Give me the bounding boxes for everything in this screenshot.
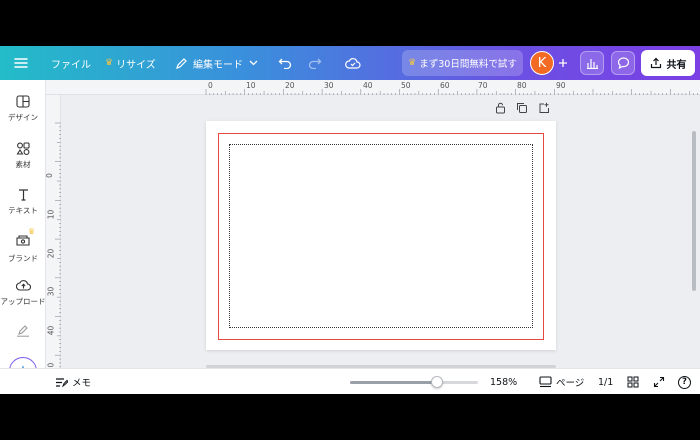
- editor-app: ファイル ♛ リサイズ 編集モード ♛ まず30日間無料で試す K 共有 デザイ…: [0, 46, 700, 394]
- design-icon: [16, 95, 30, 108]
- fullscreen-button[interactable]: [653, 369, 665, 394]
- pages-icon: [539, 376, 552, 388]
- lock-icon[interactable]: [495, 102, 506, 114]
- crown-icon: ♛: [28, 227, 36, 236]
- ruler-ticks: [205, 89, 698, 95]
- menu-button[interactable]: [14, 46, 28, 80]
- ruler-tick-label: 0: [44, 173, 54, 178]
- undo-icon: [278, 58, 292, 69]
- sidebar-item-label: デザイン: [8, 113, 38, 122]
- plus-icon: [559, 59, 567, 67]
- share-label: 共有: [666, 59, 687, 71]
- crown-icon: ♛: [105, 58, 114, 68]
- ruler-tick-label: 70: [478, 81, 488, 90]
- sidebar-item-design[interactable]: デザイン: [0, 95, 46, 123]
- notes-icon: [56, 377, 68, 387]
- cloud-check-icon: [345, 58, 361, 69]
- ruler-tick-label: 60: [440, 81, 450, 90]
- sidebar-item-label: ブランド: [8, 254, 38, 263]
- notes-button[interactable]: メモ: [55, 369, 91, 394]
- undo-button[interactable]: [278, 46, 292, 80]
- grid-icon: [627, 376, 639, 388]
- cloud-save-status[interactable]: [345, 46, 361, 80]
- comments-button[interactable]: [611, 51, 635, 75]
- add-page-icon[interactable]: [538, 102, 550, 114]
- resize-label: リサイズ: [116, 59, 156, 71]
- upload-icon: [15, 280, 31, 291]
- ruler-tick-label: 10: [46, 209, 56, 220]
- sidebar-item-uploads[interactable]: アップロード: [0, 279, 46, 307]
- share-button[interactable]: 共有: [641, 50, 695, 76]
- notes-label: メモ: [72, 378, 92, 389]
- crown-icon: ♛: [408, 58, 417, 68]
- ruler-tick-label: 10: [246, 81, 256, 90]
- horizontal-ruler: 0 10 20 30 40 50 60 70 80 90: [46, 80, 700, 95]
- file-menu-label: ファイル: [51, 59, 91, 71]
- duplicate-icon[interactable]: [516, 102, 528, 114]
- free-trial-label: まず30日間無料で試す: [419, 59, 517, 70]
- share-icon: [650, 57, 661, 69]
- edit-mode-label: 編集モード: [193, 59, 243, 71]
- sidebar-item-text[interactable]: テキスト: [0, 188, 46, 216]
- ruler-tick-label: 20: [46, 248, 56, 259]
- ruler-tick-label: 30: [46, 286, 56, 297]
- resize-button[interactable]: ♛ リサイズ: [105, 46, 156, 80]
- bar-chart-icon: [587, 59, 598, 69]
- help-icon: ?: [678, 375, 691, 389]
- page-counter[interactable]: 1/1: [598, 369, 613, 394]
- ruler-tick-label: 90: [556, 81, 566, 90]
- help-button[interactable]: ?: [678, 369, 691, 394]
- avatar-letter: K: [537, 55, 547, 71]
- pencil-icon: [176, 57, 187, 69]
- ruler-tick-label: 30: [324, 81, 334, 90]
- pages-button[interactable]: ページ: [539, 369, 584, 394]
- zoom-value: 158%: [490, 376, 518, 388]
- zoom-slider-fill: [350, 381, 438, 384]
- chevron-down-icon: [249, 60, 258, 66]
- sidebar-item-label: テキスト: [8, 206, 38, 215]
- ruler-tick-label: 80: [517, 81, 527, 90]
- page-tools: [495, 102, 550, 116]
- ruler-tick-label: 20: [285, 81, 295, 90]
- redo-button[interactable]: [308, 46, 322, 80]
- text-icon: [18, 189, 28, 201]
- free-trial-button[interactable]: ♛ まず30日間無料で試す: [402, 50, 523, 76]
- vertical-ruler: 0 10 20 30 40 50: [44, 95, 61, 372]
- ruler-tick-label: 50: [401, 81, 411, 90]
- help-label: ?: [682, 377, 687, 387]
- safe-area-guide: [229, 144, 533, 328]
- sidebar-item-draw[interactable]: [0, 324, 46, 337]
- design-page[interactable]: [206, 121, 556, 350]
- redo-icon: [308, 58, 322, 69]
- expand-icon: [653, 376, 665, 388]
- sidebar-item-elements[interactable]: 素材: [0, 142, 46, 170]
- hamburger-icon: [14, 58, 28, 68]
- zoom-slider[interactable]: [350, 381, 478, 384]
- ruler-tick-label: 40: [363, 81, 373, 90]
- sidebar-item-brand[interactable]: ♛ ブランド: [0, 227, 46, 264]
- grid-view-button[interactable]: [627, 369, 639, 394]
- page-counter-value: 1/1: [598, 376, 614, 388]
- draw-icon: [17, 325, 29, 337]
- bottom-toolbar: メモ 158% ページ 1/1 ?: [0, 368, 700, 394]
- top-toolbar: ファイル ♛ リサイズ 編集モード ♛ まず30日間無料で試す K 共有: [0, 46, 700, 80]
- sidebar-item-label: 素材: [15, 160, 31, 169]
- insights-button[interactable]: [580, 51, 604, 75]
- ruler-tick-label: 40: [46, 325, 56, 336]
- ruler-tick-label: 0: [208, 81, 213, 90]
- elements-icon: [16, 142, 30, 155]
- left-sidebar: デザイン 素材 テキスト ♛ ブランド アップロード: [0, 80, 46, 385]
- pages-label: ページ: [556, 378, 585, 389]
- zoom-slider-handle[interactable]: [431, 376, 444, 388]
- comment-icon: [617, 57, 629, 69]
- zoom-level[interactable]: 158%: [490, 369, 517, 394]
- edit-mode-dropdown[interactable]: 編集モード: [175, 46, 258, 80]
- add-collaborator-button[interactable]: [551, 51, 575, 75]
- sidebar-item-label: アップロード: [0, 297, 46, 306]
- vertical-scrollbar[interactable]: [692, 131, 696, 291]
- file-menu[interactable]: ファイル: [51, 46, 91, 80]
